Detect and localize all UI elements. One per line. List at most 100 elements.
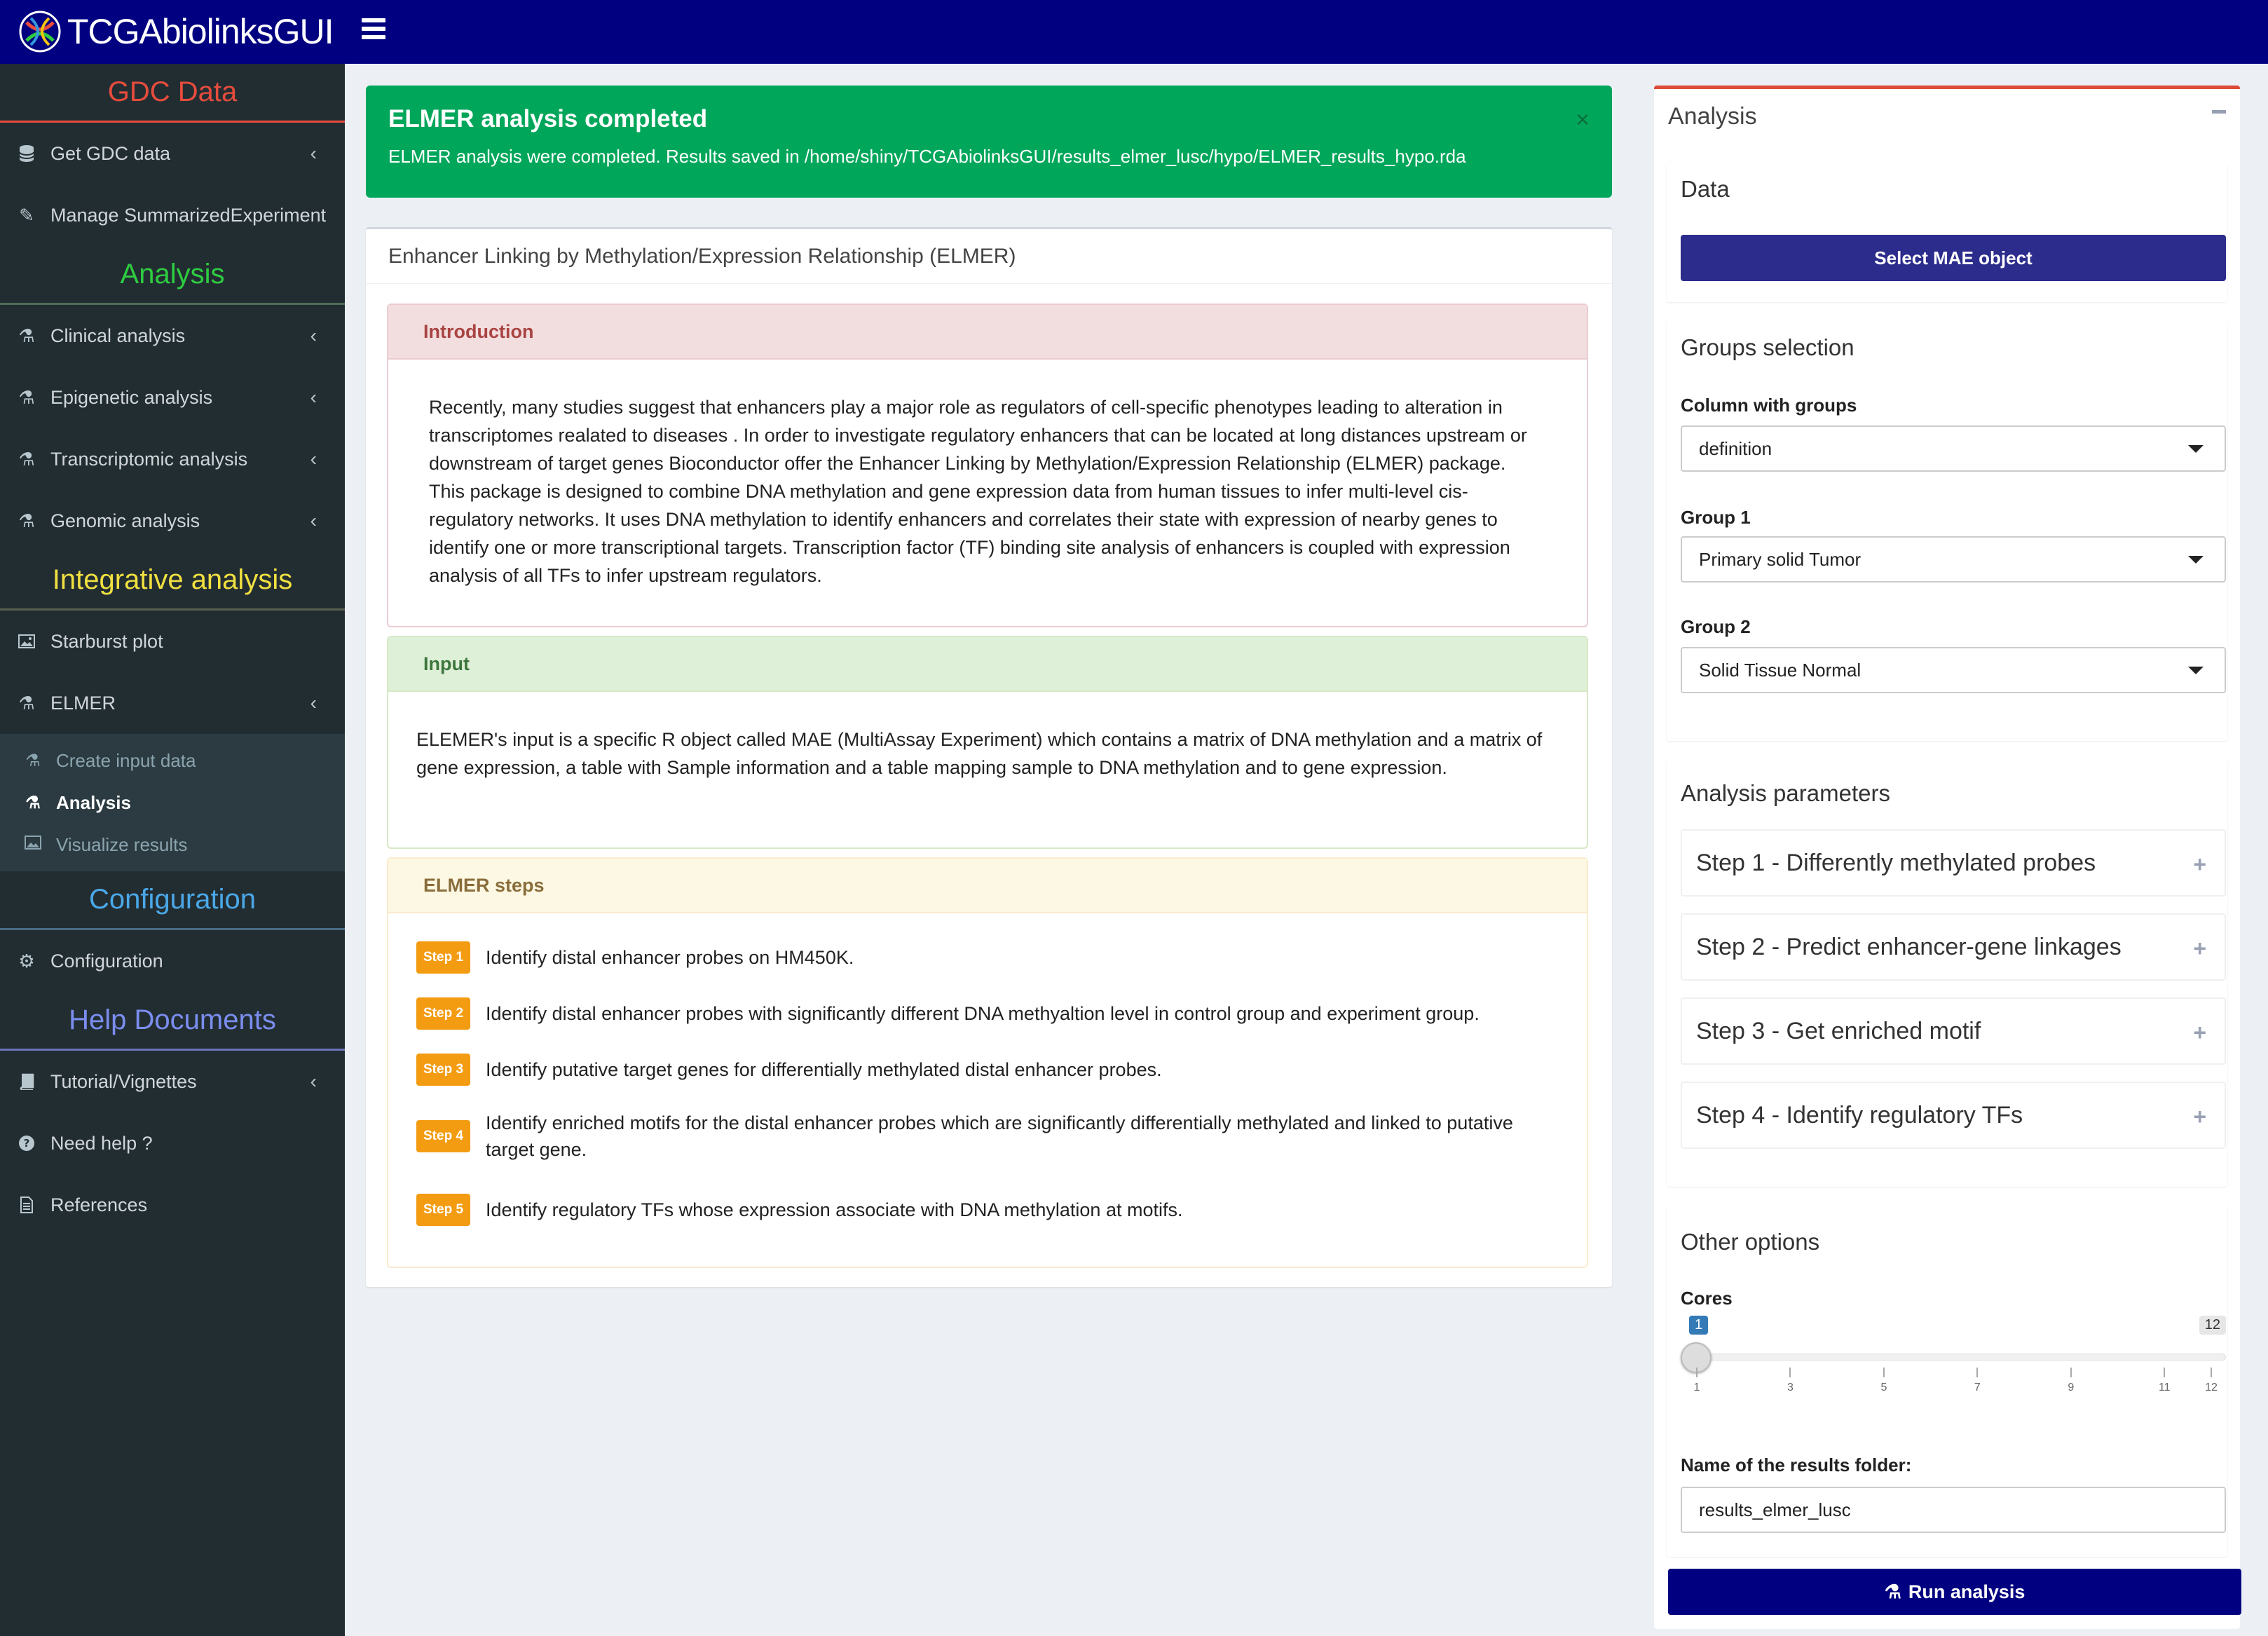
- accordion-step1[interactable]: Step 1 - Differently methylated probes +: [1681, 829, 2226, 897]
- app-logo[interactable]: TCGAbiolinksGUI: [17, 7, 334, 56]
- step-badge: Step 3: [416, 1054, 471, 1086]
- group2-select[interactable]: Solid Tissue Normal: [1681, 647, 2226, 693]
- flask-icon: ⚗: [25, 751, 41, 770]
- caret-down-icon: [2188, 556, 2204, 564]
- flask-icon: ⚗: [25, 793, 41, 812]
- cores-label: Cores: [1681, 1288, 1733, 1309]
- sidebar-item-label: Tutorial/Vignettes: [50, 1070, 197, 1092]
- flask-icon: ⚗: [18, 325, 35, 346]
- sidebar-item-label: Epigenetic analysis: [50, 386, 213, 408]
- sidebar-item-get-gdc-data[interactable]: Get GDC data ‹: [0, 123, 345, 184]
- slider-tick: [1696, 1368, 1697, 1377]
- sidebar-item-label: Visualize results: [56, 833, 188, 855]
- section-configuration: Configuration: [0, 871, 345, 930]
- column-groups-select[interactable]: definition: [1681, 425, 2226, 472]
- cores-slider[interactable]: 1 12 1 3 5 7 9 11 12: [1681, 1316, 2226, 1400]
- sidebar-toggle-icon[interactable]: [362, 18, 385, 42]
- step-badge: Step 1: [416, 941, 471, 974]
- sidebar-item-label: Analysis: [56, 791, 131, 813]
- sidebar-item-label: Create input data: [56, 749, 196, 771]
- step-text: Identify distal enhancer probes with sig…: [486, 1003, 1480, 1024]
- run-analysis-button[interactable]: ⚗ Run analysis: [1668, 1569, 2241, 1615]
- chevron-down-icon: ‹: [310, 692, 317, 714]
- sidebar-item-label: Get GDC data: [50, 142, 171, 164]
- group1-label: Group 1: [1681, 507, 1751, 528]
- slider-tick-label: 3: [1787, 1382, 1794, 1393]
- groups-well: Groups selection Column with groups defi…: [1667, 320, 2227, 741]
- sidebar-subitem-visualize[interactable]: Visualize results: [0, 824, 345, 866]
- flask-icon: ⚗: [18, 692, 35, 714]
- list-item: Step 3 Identify putative target genes fo…: [416, 1054, 1552, 1086]
- slider-tick-label: 9: [2068, 1382, 2075, 1393]
- accordion-label: Step 1 - Differently methylated probes: [1696, 849, 2096, 876]
- slider-track: [1688, 1354, 2226, 1361]
- sidebar-item-label: Starburst plot: [50, 630, 163, 652]
- select-mae-button[interactable]: Select MAE object: [1681, 235, 2226, 281]
- sidebar-item-label: Need help ?: [50, 1132, 153, 1154]
- sidebar-item-epigenetic[interactable]: ⚗ Epigenetic analysis ‹: [0, 367, 345, 428]
- sidebar-item-need-help[interactable]: ? Need help ?: [0, 1112, 345, 1174]
- slider-tick: [2070, 1368, 2072, 1377]
- panel-heading: Input: [388, 637, 1587, 692]
- plus-icon: +: [2193, 1104, 2206, 1129]
- svg-text:?: ?: [24, 1137, 30, 1150]
- results-folder-label: Name of the results folder:: [1681, 1454, 1912, 1475]
- other-options-well: Other options Cores 1 12 1 3 5 7 9 11 12 Name …: [1667, 1204, 2227, 1557]
- document-icon: [18, 1195, 35, 1215]
- pencil-icon: ✎: [19, 204, 34, 226]
- well-title: Other options: [1681, 1229, 1820, 1255]
- sidebar-item-configuration[interactable]: ⚙ Configuration: [0, 930, 345, 992]
- flask-icon: ⚗: [18, 510, 35, 531]
- sidebar-item-manage-se[interactable]: ✎ Manage SummarizedExperiment: [0, 184, 345, 246]
- well-title: Analysis parameters: [1681, 780, 1890, 806]
- sidebar-item-label: Configuration: [50, 950, 163, 972]
- caret-down-icon: [2188, 445, 2204, 453]
- sidebar-subitem-analysis[interactable]: ⚗ Analysis: [0, 782, 345, 824]
- alert-title: ELMER analysis completed: [388, 105, 708, 132]
- close-icon[interactable]: ×: [1576, 107, 1590, 134]
- well-title: Groups selection: [1681, 334, 1854, 360]
- step-badge: Step 5: [416, 1194, 471, 1226]
- accordion-step4[interactable]: Step 4 - Identify regulatory TFs +: [1681, 1082, 2226, 1149]
- alert-message: ELMER analysis were completed. Results s…: [388, 146, 1466, 167]
- select-value: definition: [1699, 437, 1772, 459]
- chevron-left-icon: ‹: [310, 325, 317, 346]
- gears-icon: ⚙: [18, 950, 35, 972]
- sidebar-item-label: Transcriptomic analysis: [50, 448, 248, 470]
- results-folder-input[interactable]: results_elmer_lusc: [1681, 1487, 2226, 1533]
- accordion-label: Step 3 - Get enriched motif: [1696, 1017, 1981, 1044]
- minimize-icon[interactable]: [2212, 110, 2226, 114]
- sidebar: GDC Data Get GDC data ‹ ✎ Manage Summari…: [0, 64, 345, 1636]
- sidebar-item-transcriptomic[interactable]: ⚗ Transcriptomic analysis ‹: [0, 428, 345, 490]
- accordion-step2[interactable]: Step 2 - Predict enhancer-gene linkages …: [1681, 913, 2226, 981]
- image-icon: [24, 835, 42, 854]
- group1-select[interactable]: Primary solid Tumor: [1681, 536, 2226, 582]
- panel-heading: Introduction: [388, 305, 1587, 360]
- slider-tick: [1883, 1368, 1885, 1377]
- button-label: Run analysis: [1908, 1581, 2026, 1602]
- sidebar-item-label: References: [50, 1194, 148, 1215]
- slider-tick: [1789, 1368, 1791, 1377]
- accordion-label: Step 4 - Identify regulatory TFs: [1696, 1101, 2023, 1129]
- sidebar-item-genomic[interactable]: ⚗ Genomic analysis ‹: [0, 490, 345, 552]
- slider-current-value: 1: [1689, 1316, 1709, 1335]
- sidebar-item-elmer[interactable]: ⚗ ELMER ‹: [0, 672, 345, 734]
- sidebar-item-references[interactable]: References: [0, 1174, 345, 1236]
- sidebar-item-starburst[interactable]: Starburst plot: [0, 611, 345, 672]
- question-circle-icon: ?: [18, 1133, 35, 1153]
- sidebar-subitem-create-input[interactable]: ⚗ Create input data: [0, 739, 345, 782]
- sidebar-item-label: ELMER: [50, 692, 116, 714]
- database-icon: [18, 144, 35, 163]
- panel-heading: ELMER steps: [388, 859, 1587, 913]
- sidebar-item-label: Clinical analysis: [50, 325, 186, 346]
- section-help-documents: Help Documents: [0, 992, 345, 1051]
- analysis-params-well: Analysis parameters Step 1 - Differently…: [1667, 759, 2227, 1187]
- chevron-left-icon: ‹: [310, 510, 317, 531]
- accordion-step3[interactable]: Step 3 - Get enriched motif +: [1681, 997, 2226, 1065]
- sidebar-item-clinical[interactable]: ⚗ Clinical analysis ‹: [0, 305, 345, 367]
- sidebar-item-tutorial[interactable]: Tutorial/Vignettes ‹: [0, 1051, 345, 1112]
- introduction-panel: Introduction Recently, many studies sugg…: [387, 304, 1588, 627]
- accordion-label: Step 2 - Predict enhancer-gene linkages: [1696, 933, 2122, 960]
- flask-icon: ⚗: [18, 448, 35, 470]
- success-alert: ELMER analysis completed ELMER analysis …: [366, 86, 1612, 198]
